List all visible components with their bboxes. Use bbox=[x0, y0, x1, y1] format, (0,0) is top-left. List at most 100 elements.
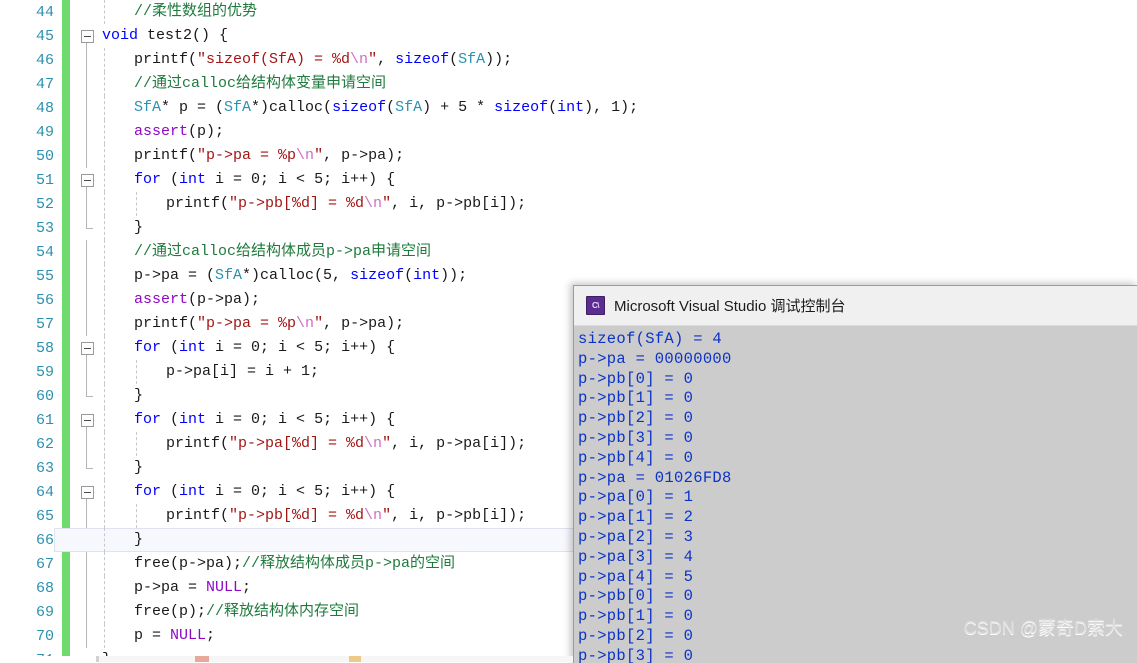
code-token: ( bbox=[161, 339, 180, 356]
code-line-text[interactable]: SfA* p = (SfA*)calloc(sizeof(SfA) + 5 * … bbox=[98, 96, 1137, 120]
line-number: 55 bbox=[35, 267, 54, 285]
fold-column[interactable] bbox=[76, 0, 98, 24]
fold-column[interactable] bbox=[76, 336, 98, 360]
bottom-ui-sliver bbox=[0, 656, 573, 662]
code-line-text[interactable]: void test2() { bbox=[98, 24, 1137, 48]
code-token: printf( bbox=[166, 435, 230, 452]
code-tokens: for (int i = 0; i < 5; i++) { bbox=[102, 171, 395, 188]
fold-column[interactable] bbox=[76, 312, 98, 336]
fold-column[interactable] bbox=[76, 240, 98, 264]
line-number: 63 bbox=[35, 459, 54, 477]
change-indicator bbox=[62, 360, 70, 384]
fold-column[interactable] bbox=[76, 432, 98, 456]
fold-column[interactable] bbox=[76, 288, 98, 312]
change-indicator bbox=[62, 288, 70, 312]
fold-column[interactable] bbox=[76, 528, 98, 552]
code-token: ; bbox=[206, 627, 216, 644]
code-token: int bbox=[557, 99, 585, 116]
fold-column[interactable] bbox=[76, 264, 98, 288]
debug-console-window[interactable]: C\ Microsoft Visual Studio 调试控制台 sizeof(… bbox=[573, 285, 1137, 663]
fold-column[interactable] bbox=[76, 216, 98, 240]
fold-column[interactable] bbox=[76, 480, 98, 504]
fold-column[interactable] bbox=[76, 96, 98, 120]
code-token: p->pa = ( bbox=[134, 267, 216, 284]
fold-column[interactable] bbox=[76, 120, 98, 144]
fold-guide-line bbox=[86, 96, 87, 120]
console-output-line: p->pa[4] = 5 bbox=[578, 567, 694, 586]
code-token: , bbox=[377, 51, 396, 68]
code-token: void bbox=[102, 27, 139, 44]
fold-column[interactable] bbox=[76, 48, 98, 72]
code-token: p->pa[i] = i + 1; bbox=[166, 363, 320, 380]
console-output-area[interactable]: sizeof(SfA) = 4 p->pa = 00000000 p->pb[0] … bbox=[574, 326, 1137, 663]
code-line[interactable]: 53} bbox=[0, 216, 1137, 240]
code-token: )); bbox=[440, 267, 468, 284]
code-token: sizeof bbox=[494, 99, 549, 116]
collapse-toggle-icon[interactable] bbox=[80, 29, 94, 43]
collapse-toggle-icon[interactable] bbox=[80, 341, 94, 355]
fold-guide-line bbox=[86, 144, 87, 168]
fold-column[interactable] bbox=[76, 456, 98, 480]
fold-column[interactable] bbox=[76, 576, 98, 600]
code-line-text[interactable]: } bbox=[98, 216, 1137, 240]
line-number: 48 bbox=[35, 99, 54, 117]
fold-column[interactable] bbox=[76, 504, 98, 528]
code-token: \n bbox=[364, 195, 383, 212]
change-indicator bbox=[62, 528, 70, 552]
console-output-line: sizeof(SfA) = 4 bbox=[578, 330, 723, 348]
fold-column[interactable] bbox=[76, 168, 98, 192]
fold-column[interactable] bbox=[76, 360, 98, 384]
code-line[interactable]: 45 void test2() { bbox=[0, 24, 1137, 48]
code-token: \n bbox=[296, 315, 315, 332]
code-line-text[interactable]: //通过calloc给结构体变量申请空间 bbox=[98, 72, 1137, 96]
code-line-text[interactable]: printf("p->pb[%d] = %d\n", i, p->pb[i]); bbox=[98, 192, 1137, 216]
code-line[interactable]: 44 //柔性数组的优势 bbox=[0, 0, 1137, 24]
fold-guide-elbow bbox=[86, 216, 93, 229]
fold-column[interactable] bbox=[76, 144, 98, 168]
line-number: 64 bbox=[35, 483, 54, 501]
code-token: ( bbox=[449, 51, 459, 68]
line-number: 50 bbox=[35, 147, 54, 165]
change-indicator bbox=[62, 552, 70, 576]
fold-column[interactable] bbox=[76, 384, 98, 408]
code-line[interactable]: 52 printf("p->pb[%d] = %d\n", i, p->pb[i]… bbox=[0, 192, 1137, 216]
code-line-text[interactable]: //柔性数组的优势 bbox=[98, 0, 1137, 24]
collapse-toggle-icon[interactable] bbox=[80, 173, 94, 187]
fold-column[interactable] bbox=[76, 72, 98, 96]
code-token: " bbox=[382, 435, 392, 452]
fold-column[interactable] bbox=[76, 600, 98, 624]
fold-guide-line bbox=[86, 432, 87, 456]
code-line[interactable]: 54 //通过calloc给结构体成员p->pa申请空间 bbox=[0, 240, 1137, 264]
code-line[interactable]: 48 SfA* p = (SfA*)calloc(sizeof(SfA) + 5 … bbox=[0, 96, 1137, 120]
code-token: sizeof bbox=[350, 267, 405, 284]
code-line-text[interactable]: printf("sizeof(SfA) = %d\n", sizeof(SfA)… bbox=[98, 48, 1137, 72]
code-line[interactable]: 47 //通过calloc给结构体变量申请空间 bbox=[0, 72, 1137, 96]
fold-column[interactable] bbox=[76, 192, 98, 216]
fold-column[interactable] bbox=[76, 24, 98, 48]
line-number: 67 bbox=[35, 555, 54, 573]
code-line[interactable]: 49 assert(p); bbox=[0, 120, 1137, 144]
code-line-text[interactable]: printf("p->pa = %p\n", p->pa); bbox=[98, 144, 1137, 168]
collapse-toggle-icon[interactable] bbox=[80, 413, 94, 427]
code-token: ) + 5 * bbox=[422, 99, 495, 116]
code-tokens: for (int i = 0; i < 5; i++) { bbox=[102, 483, 395, 500]
code-line-text[interactable]: //通过calloc给结构体成员p->pa申请空间 bbox=[98, 240, 1137, 264]
collapse-toggle-icon[interactable] bbox=[80, 485, 94, 499]
fold-column[interactable] bbox=[76, 408, 98, 432]
code-token: , p->pa); bbox=[323, 147, 405, 164]
console-title-bar[interactable]: C\ Microsoft Visual Studio 调试控制台 bbox=[574, 286, 1137, 326]
fold-column[interactable] bbox=[76, 624, 98, 648]
change-indicator bbox=[62, 432, 70, 456]
change-indicator bbox=[62, 600, 70, 624]
line-number: 54 bbox=[35, 243, 54, 261]
change-indicator bbox=[62, 72, 70, 96]
code-line-text[interactable]: assert(p); bbox=[98, 120, 1137, 144]
code-line-text[interactable]: for (int i = 0; i < 5; i++) { bbox=[98, 168, 1137, 192]
code-token: i = 0; i < 5; i++) { bbox=[206, 411, 396, 428]
code-line[interactable]: 46 printf("sizeof(SfA) = %d\n", sizeof(Sf… bbox=[0, 48, 1137, 72]
code-line[interactable]: 50 printf("p->pa = %p\n", p->pa); bbox=[0, 144, 1137, 168]
fold-column[interactable] bbox=[76, 552, 98, 576]
change-indicator bbox=[62, 48, 70, 72]
code-line[interactable]: 51 for (int i = 0; i < 5; i++) { bbox=[0, 168, 1137, 192]
code-token: "p->pa = %p bbox=[197, 315, 297, 332]
